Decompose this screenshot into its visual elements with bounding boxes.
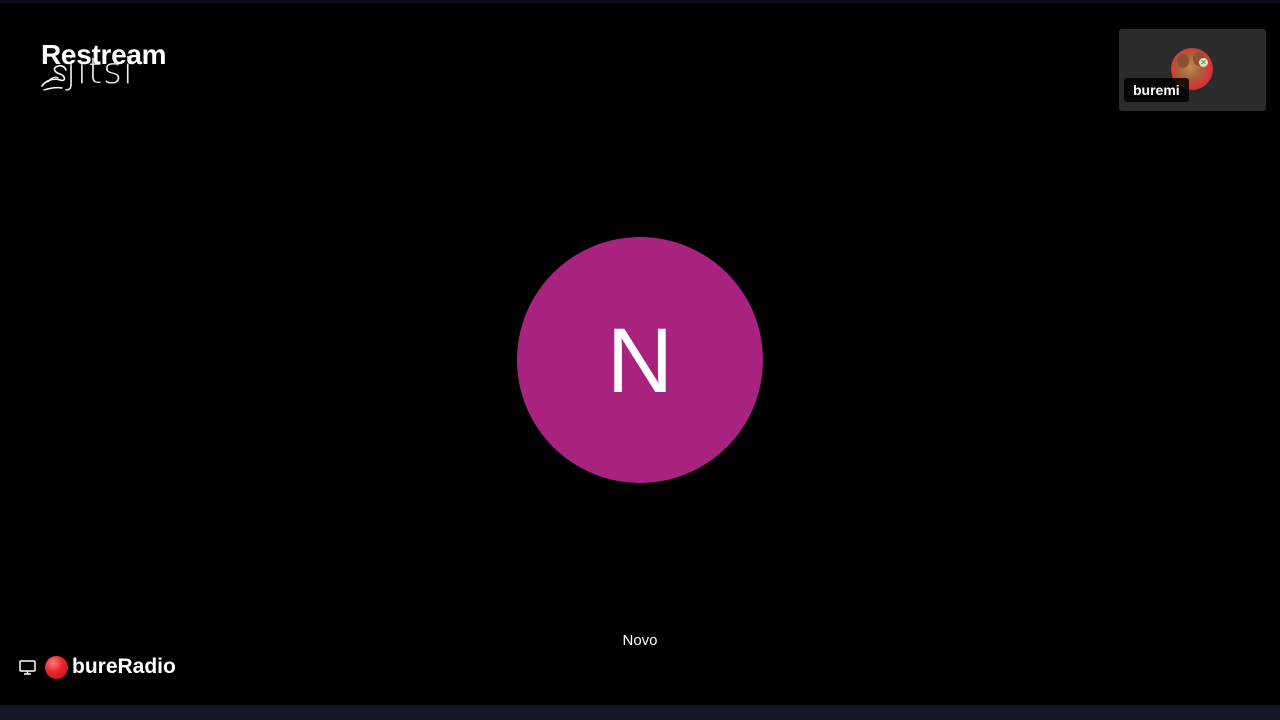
dominant-speaker-name: Novo xyxy=(622,632,658,649)
screen-share-icon[interactable] xyxy=(18,658,38,676)
top-edge xyxy=(0,0,1280,3)
participant-thumbnail[interactable]: ✕ buremi xyxy=(1119,29,1266,111)
recording-dot-icon xyxy=(45,655,68,679)
avatar-initial: N xyxy=(606,310,674,412)
bottom-toolbar-edge xyxy=(0,705,1280,720)
room-name: bureRadio xyxy=(72,655,176,678)
thumbnail-display-name: buremi xyxy=(1124,78,1189,102)
room-indicator: bureRadio xyxy=(18,654,176,680)
dominant-speaker-avatar: N xyxy=(517,237,763,483)
restream-label: Restream xyxy=(41,39,167,70)
meeting-stage: jitsi Restream ✕ buremi N Novo bureRadio xyxy=(0,0,1280,720)
